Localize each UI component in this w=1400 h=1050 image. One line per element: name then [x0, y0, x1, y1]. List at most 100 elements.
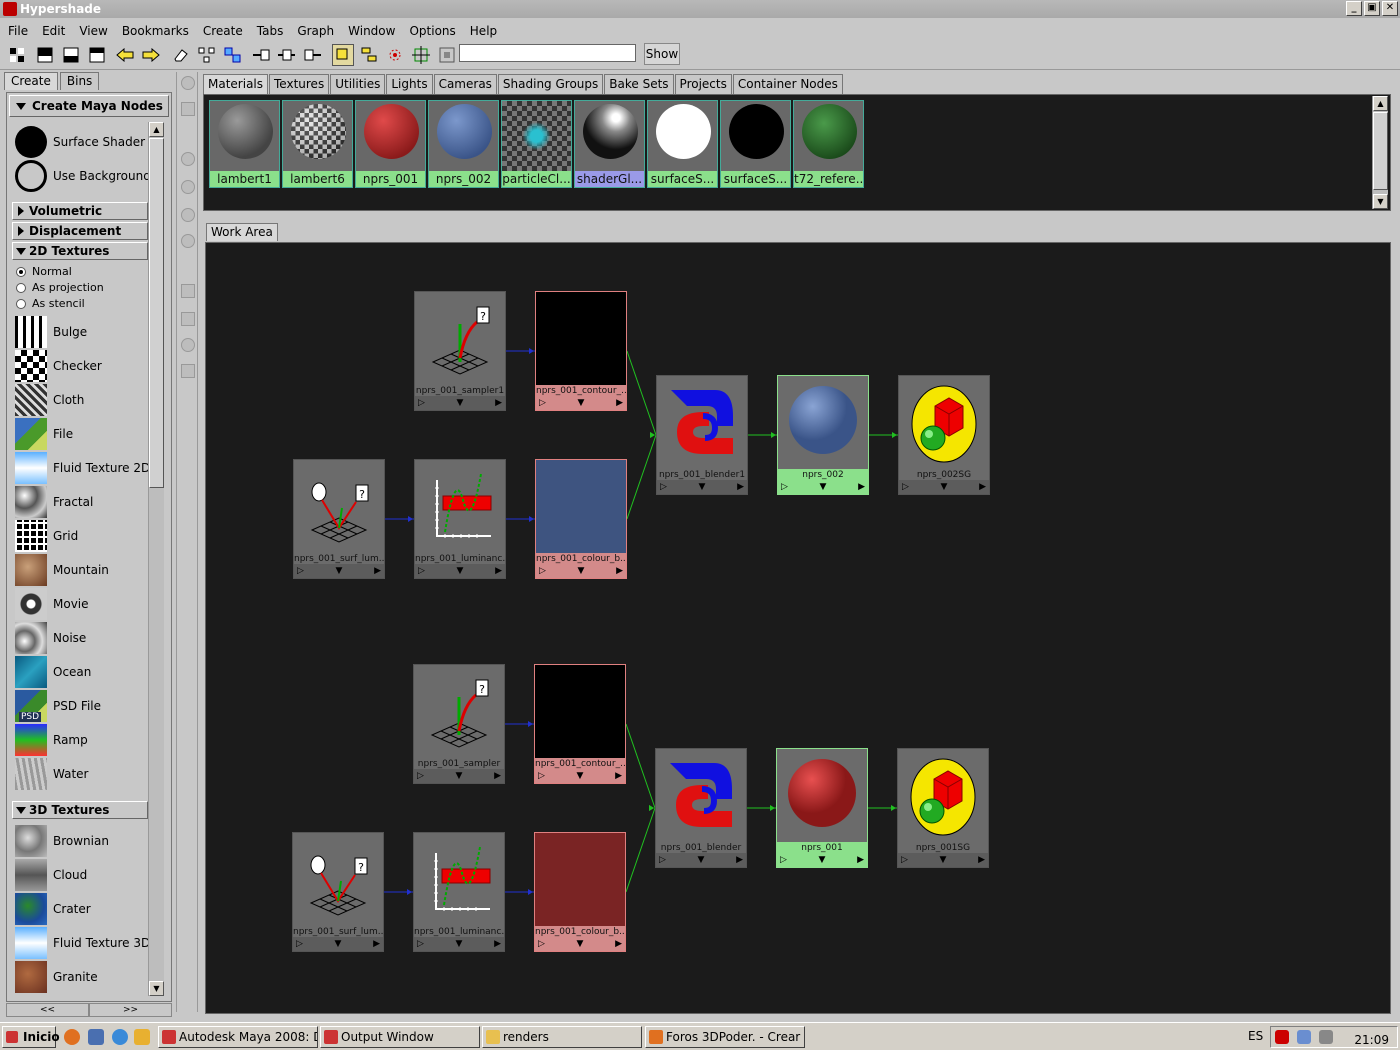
input-port-icon[interactable]: ▷ [297, 564, 304, 578]
expand-ports-icon[interactable]: ▼ [577, 769, 584, 783]
material-swatch-particlecl-[interactable]: particleCl... [501, 100, 572, 188]
output-port-icon[interactable]: ▶ [495, 564, 502, 578]
taskbar-item-1[interactable]: Autodesk Maya 2008: D:\... [158, 1026, 318, 1048]
output-port-icon[interactable]: ▶ [616, 564, 623, 578]
create-node-use-background[interactable]: Use Background [10, 159, 148, 193]
frame-selected-icon[interactable] [436, 44, 458, 66]
input-port-icon[interactable]: ▷ [417, 769, 424, 783]
sort-order-icon[interactable] [181, 364, 195, 378]
scroll-up-button[interactable]: ▲ [149, 122, 164, 137]
create-node-grid[interactable]: Grid [10, 519, 148, 553]
output-port-icon[interactable]: ▶ [979, 480, 986, 494]
expand-ports-icon[interactable]: ▼ [820, 480, 827, 494]
output-port-icon[interactable]: ▶ [616, 396, 623, 410]
input-port-icon[interactable]: ▷ [660, 480, 667, 494]
input-port-icon[interactable]: ▷ [539, 564, 546, 578]
create-node-crater[interactable]: Crater [10, 892, 148, 926]
graph-node-n16[interactable]: nprs_001_colour_b... ▷ ▼ ▶ [534, 832, 626, 952]
tab-bake-sets[interactable]: Bake Sets [604, 74, 674, 94]
forward-arrow-icon[interactable] [140, 44, 162, 66]
layout-top-icon[interactable] [86, 44, 108, 66]
graph-node-n2[interactable]: nprs_001_contour_... ▷ ▼ ▶ [535, 291, 627, 411]
menu-bookmarks[interactable]: Bookmarks [114, 22, 195, 40]
create-node-fluid-texture-3d[interactable]: Fluid Texture 3D [10, 926, 148, 960]
input-port-icon[interactable]: ▷ [780, 853, 787, 867]
material-swatch-nprs-001[interactable]: nprs_001 [355, 100, 426, 188]
create-node-checker[interactable]: Checker [10, 349, 148, 383]
input-connections-icon[interactable] [250, 44, 272, 66]
create-node-granite[interactable]: Granite [10, 960, 148, 993]
close-button[interactable]: ✕ [1382, 1, 1398, 16]
output-port-icon[interactable]: ▶ [494, 937, 501, 951]
clear-graph-icon[interactable] [384, 44, 406, 66]
output-connections-icon[interactable] [302, 44, 324, 66]
create-node-bulge[interactable]: Bulge [10, 315, 148, 349]
menu-graph[interactable]: Graph [289, 22, 340, 40]
create-node-water[interactable]: Water [10, 757, 148, 791]
strip-dot-icon[interactable] [181, 208, 195, 222]
graph-mode-icon[interactable] [6, 44, 28, 66]
section-textures2d[interactable]: 2D Textures [12, 242, 148, 260]
start-button[interactable]: Inicio [2, 1026, 60, 1048]
tab-bins[interactable]: Bins [59, 72, 100, 90]
output-port-icon[interactable]: ▶ [615, 769, 622, 783]
tab-work-area[interactable]: Work Area [206, 223, 278, 241]
menu-options[interactable]: Options [401, 22, 461, 40]
graph-node-n9[interactable]: ? nprs_001_sampler ▷ ▼ ▶ [413, 664, 505, 784]
input-port-icon[interactable]: ▷ [781, 480, 788, 494]
nav-right-button[interactable]: >> [89, 1003, 172, 1017]
taskbar-item-3[interactable]: renders [482, 1026, 642, 1048]
output-port-icon[interactable]: ▶ [857, 853, 864, 867]
section-textures3d[interactable]: 3D Textures [12, 801, 148, 819]
tab-lights[interactable]: Lights [386, 74, 433, 94]
material-swatch-lambert6[interactable]: lambert6 [282, 100, 353, 188]
graph-node-n4[interactable]: nprs_002 ▷ ▼ ▶ [777, 375, 869, 495]
expand-ports-icon[interactable]: ▼ [457, 396, 464, 410]
volume-icon[interactable] [1319, 1030, 1333, 1044]
graph-node-n14[interactable]: ? nprs_001_surf_lum... ▷ ▼ ▶ [292, 832, 384, 952]
output-port-icon[interactable]: ▶ [373, 937, 380, 951]
tab-cameras[interactable]: Cameras [433, 74, 497, 94]
menu-view[interactable]: View [71, 22, 113, 40]
expand-ports-icon[interactable]: ▼ [578, 396, 585, 410]
back-arrow-icon[interactable] [114, 44, 136, 66]
antivirus-icon[interactable] [1275, 1030, 1289, 1044]
output-port-icon[interactable]: ▶ [495, 396, 502, 410]
firefox-icon[interactable] [64, 1029, 80, 1045]
graph-node-n15[interactable]: nprs_001_luminanc... ▷ ▼ ▶ [413, 832, 505, 952]
material-swatch-nprs-002[interactable]: nprs_002 [428, 100, 499, 188]
output-port-icon[interactable]: ▶ [374, 564, 381, 578]
graph-node-n13[interactable]: nprs_001SG ▷ ▼ ▶ [897, 748, 989, 868]
rearrange-graph-icon[interactable] [196, 44, 218, 66]
toggle-swatches-icon[interactable] [332, 44, 354, 66]
material-swatch-lambert1[interactable]: lambert1 [209, 100, 280, 188]
radio-normal[interactable]: Normal [15, 264, 145, 280]
output-port-icon[interactable]: ▶ [615, 937, 622, 951]
strip-dot-icon[interactable] [181, 76, 195, 90]
strip-dot-icon[interactable] [181, 234, 195, 248]
layout-top-bottom-icon[interactable] [34, 44, 56, 66]
input-port-icon[interactable]: ▷ [902, 480, 909, 494]
radio-as-projection[interactable]: As projection [15, 280, 145, 296]
maximize-button[interactable]: ▣ [1364, 1, 1380, 16]
input-output-connections-icon[interactable] [276, 44, 298, 66]
input-port-icon[interactable]: ▷ [659, 853, 666, 867]
create-node-psd-file[interactable]: PSD PSD File [10, 689, 148, 723]
scroll-down-button[interactable]: ▼ [149, 981, 164, 996]
output-port-icon[interactable]: ▶ [978, 853, 985, 867]
input-port-icon[interactable]: ▷ [418, 396, 425, 410]
work-area-graph[interactable]: ? nprs_001_sampler1 ▷ ▼ ▶ nprs_001_contour_..… [205, 242, 1391, 1014]
input-port-icon[interactable]: ▷ [901, 853, 908, 867]
minimize-button[interactable]: _ [1346, 1, 1362, 16]
expand-ports-icon[interactable]: ▼ [578, 564, 585, 578]
expand-ports-icon[interactable]: ▼ [819, 853, 826, 867]
connection-wire[interactable] [626, 350, 657, 436]
output-port-icon[interactable]: ▶ [736, 853, 743, 867]
output-port-icon[interactable]: ▶ [737, 480, 744, 494]
graph-node-n12[interactable]: nprs_001 ▷ ▼ ▶ [776, 748, 868, 868]
graph-node-n10[interactable]: nprs_001_contour_... ▷ ▼ ▶ [534, 664, 626, 784]
expand-ports-icon[interactable]: ▼ [456, 937, 463, 951]
media-player-icon[interactable] [134, 1029, 150, 1045]
internet-explorer-icon[interactable] [112, 1029, 128, 1045]
graph-materials-icon[interactable] [222, 44, 244, 66]
